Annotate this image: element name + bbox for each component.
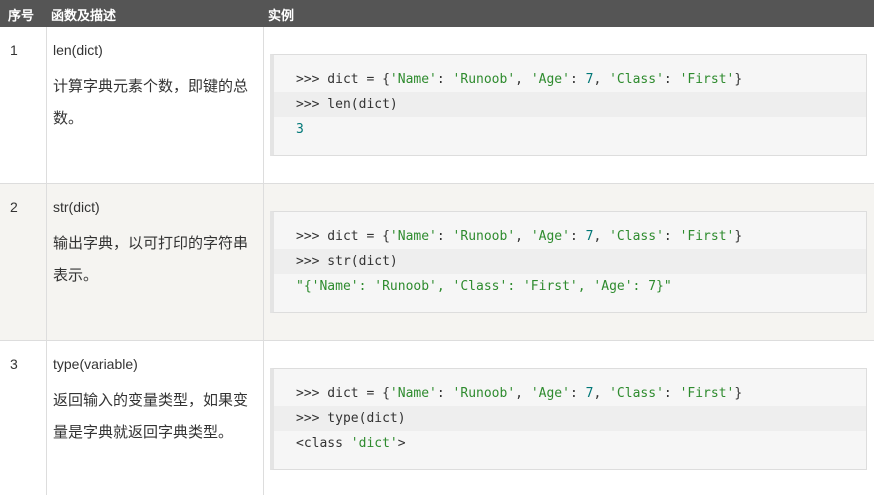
function-name: len(dict)	[53, 42, 103, 58]
function-description: 计算字典元素个数，即键的总数。	[53, 77, 249, 127]
function-name: str(dict)	[53, 199, 100, 215]
code-line: >>> str(dict)	[274, 249, 866, 274]
header-example: 实例	[268, 9, 295, 24]
table-row: 3 type(variable) 返回输入的变量类型，如果变量是字典就返回字典类…	[0, 341, 874, 495]
row-index: 2	[10, 199, 18, 215]
code-line: >>> dict = {'Name': 'Runoob', 'Age': 7, …	[296, 229, 743, 244]
column-divider	[263, 27, 264, 495]
function-table: 序号 函数及描述 实例 1 len(dict) 计算字典元素个数，即键的总数。 …	[0, 0, 874, 495]
table-row: 2 str(dict) 输出字典，以可打印的字符串表示。 >>> dict = …	[0, 184, 874, 341]
code-example: >>> dict = {'Name': 'Runoob', 'Age': 7, …	[270, 368, 867, 470]
row-index: 1	[10, 42, 18, 58]
code-line: >>> dict = {'Name': 'Runoob', 'Age': 7, …	[296, 72, 743, 87]
row-index: 3	[10, 356, 18, 372]
table-row: 1 len(dict) 计算字典元素个数，即键的总数。 >>> dict = {…	[0, 27, 874, 184]
header-index: 序号	[8, 9, 35, 24]
header-function: 函数及描述	[51, 9, 117, 24]
code-example: >>> dict = {'Name': 'Runoob', 'Age': 7, …	[270, 211, 867, 313]
table-header: 序号 函数及描述 实例	[0, 0, 874, 27]
code-example: >>> dict = {'Name': 'Runoob', 'Age': 7, …	[270, 54, 867, 156]
function-description: 返回输入的变量类型，如果变量是字典就返回字典类型。	[53, 391, 249, 441]
code-line: 3	[296, 122, 304, 137]
column-divider	[46, 27, 47, 495]
code-line: >>> type(dict)	[274, 406, 866, 431]
code-line: <class 'dict'>	[296, 436, 406, 451]
function-description: 输出字典，以可打印的字符串表示。	[53, 234, 249, 284]
code-line: >>> dict = {'Name': 'Runoob', 'Age': 7, …	[296, 386, 743, 401]
function-name: type(variable)	[53, 356, 138, 372]
code-line: "{'Name': 'Runoob', 'Class': 'First', 'A…	[296, 279, 672, 294]
code-line: >>> len(dict)	[274, 92, 866, 117]
